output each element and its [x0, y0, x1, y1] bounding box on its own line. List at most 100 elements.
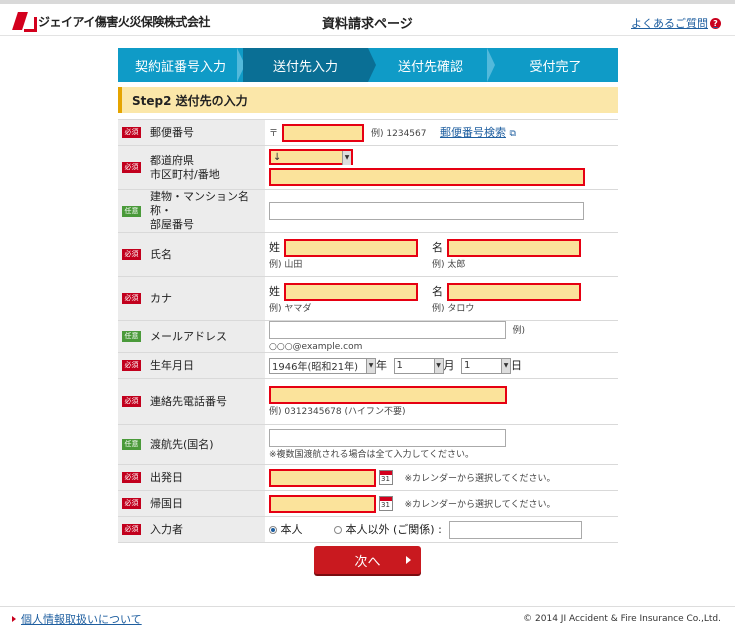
required-badge: 必須	[122, 127, 141, 138]
birth-month-select[interactable]: 1 ▼	[393, 357, 444, 374]
birth-year-select[interactable]: 1946年(昭和21年) ▼	[269, 357, 376, 374]
row-address: 必須 都道府県 市区町村/番地 ↓ ▼	[118, 145, 618, 190]
row-building: 任意 建物・マンション名称・ 部屋番号	[118, 189, 618, 233]
faq-label: よくあるご質問	[631, 17, 708, 30]
departure-note: ※カレンダーから選択してください。	[404, 473, 556, 484]
day-unit: 日	[511, 358, 522, 372]
departure-label: 出発日	[150, 470, 183, 484]
postal-search-link[interactable]: 郵便番号検索	[440, 126, 506, 139]
first-name-kana-example: 例) タロウ	[432, 304, 475, 314]
required-badge: 必須	[122, 396, 141, 407]
row-name: 必須 氏名 姓 例) 山田 名 例) 太郎	[118, 232, 618, 277]
arrow-right-icon	[12, 616, 16, 622]
calendar-icon[interactable]: 31	[379, 470, 393, 485]
last-name-kana-input[interactable]	[283, 283, 418, 301]
month-unit: 月	[443, 358, 455, 372]
mei-label: 名	[432, 241, 443, 254]
return-label: 帰国日	[150, 496, 183, 510]
footer: 個人情報取扱いについて © 2014 JI Accident & Fire In…	[0, 606, 735, 631]
required-badge: 必須	[122, 249, 141, 260]
required-badge: 必須	[122, 472, 141, 483]
destination-input[interactable]	[269, 429, 506, 447]
phone-label: 連絡先電話番号	[150, 394, 227, 408]
chevron-down-icon: ▼	[501, 358, 510, 373]
privacy-link[interactable]: 個人情報取扱いについて	[12, 611, 142, 627]
year-unit: 年	[376, 358, 387, 372]
building-input[interactable]	[269, 202, 584, 220]
required-badge: 必須	[122, 498, 141, 509]
row-email: 任意 メールアドレス 例) ○○○@example.com	[118, 320, 618, 353]
address-form: 必須 郵便番号 〒 例) 1234567 郵便番号検索 ⧉ 必須 都道府県 市区町村/…	[118, 119, 618, 543]
postal-prefix: 〒	[269, 128, 279, 139]
relationship-input[interactable]	[449, 520, 583, 539]
copyright: © 2014 JI Accident & Fire Insurance Co.,…	[523, 614, 721, 624]
phone-example: 例) 0312345678 (ハイフン不要)	[269, 407, 406, 417]
birth-year-value: 1946年(昭和21年)	[272, 362, 358, 373]
prefecture-label: 都道府県	[150, 153, 194, 167]
step-1-label: 契約証番号入力	[134, 59, 226, 75]
phone-input[interactable]	[269, 386, 507, 404]
row-kana: 必須 カナ 姓 例) ヤマダ 名 例) タロウ	[118, 276, 618, 321]
external-link-icon: ⧉	[509, 128, 516, 139]
privacy-link-label: 個人情報取扱いについて	[21, 613, 142, 626]
step-2-current: 送付先入力	[243, 48, 376, 82]
first-name-kana-input[interactable]	[446, 283, 581, 301]
destination-label: 渡航先(国名)	[150, 437, 214, 451]
required-badge: 必須	[122, 360, 141, 371]
logo-mark-icon	[12, 10, 38, 32]
row-birth: 必須 生年月日 1946年(昭和21年) ▼ 年 1 ▼ 月 1 ▼ 日	[118, 352, 618, 379]
required-badge: 必須	[122, 524, 141, 535]
birth-day-select[interactable]: 1 ▼	[461, 357, 511, 374]
kana-mei-label: 名	[432, 285, 443, 298]
optional-badge: 任意	[122, 331, 141, 342]
step-4: 受付完了	[493, 48, 618, 82]
next-button-label: 次へ	[354, 554, 381, 570]
calendar-icon-text: 31	[381, 475, 390, 483]
step-1: 契約証番号入力	[118, 48, 245, 82]
prefecture-value: ↓	[273, 151, 282, 163]
faq-link[interactable]: よくあるご質問 ?	[631, 15, 721, 31]
row-departure: 必須 出発日 31 ※カレンダーから選択してください。	[118, 464, 618, 491]
step-3-label: 送付先確認	[397, 59, 463, 75]
last-name-kana-example: 例) ヤマダ	[269, 304, 312, 314]
last-name-example: 例) 山田	[269, 260, 303, 270]
kana-label: カナ	[150, 291, 172, 305]
return-date-input[interactable]	[269, 494, 376, 513]
arrow-right-icon	[406, 556, 411, 564]
company-logo[interactable]: ジェイアイ傷害火災保険株式会社	[12, 10, 210, 32]
first-name-input[interactable]	[446, 239, 581, 257]
row-destination: 任意 渡航先(国名) ※複数国渡航される場合は全て入力してください。	[118, 424, 618, 465]
chevron-down-icon: ▼	[366, 358, 375, 373]
postal-code-input[interactable]	[281, 123, 364, 142]
radio-self[interactable]	[269, 525, 277, 534]
city-address-input[interactable]	[269, 168, 585, 186]
destination-note: ※複数国渡航される場合は全て入力してください。	[269, 450, 475, 460]
building-label-line1: 建物・マンション名称・	[150, 190, 249, 217]
inputter-label: 入力者	[150, 522, 183, 536]
calendar-icon[interactable]: 31	[379, 496, 393, 511]
email-input[interactable]	[269, 321, 506, 339]
chevron-down-icon: ▼	[433, 358, 443, 373]
building-label-line2: 部屋番号	[150, 218, 194, 231]
birth-month-value: 1	[396, 360, 403, 371]
radio-other[interactable]	[334, 525, 342, 534]
birth-label: 生年月日	[150, 358, 194, 372]
name-label: 氏名	[150, 247, 172, 261]
page-title: 資料請求ページ	[322, 17, 413, 32]
row-phone: 必須 連絡先電話番号 例) 0312345678 (ハイフン不要)	[118, 378, 618, 425]
kana-sei-label: 姓	[269, 285, 280, 298]
last-name-input[interactable]	[283, 239, 418, 257]
required-badge: 必須	[122, 293, 141, 304]
birth-day-value: 1	[464, 360, 471, 371]
first-name-example: 例) 太郎	[432, 260, 466, 270]
header: ジェイアイ傷害火災保険株式会社 資料請求ページ よくあるご質問 ?	[0, 4, 735, 36]
main-content: 契約証番号入力 送付先入力 送付先確認 受付完了 Step2 送付先の入力 必須…	[118, 48, 618, 543]
postal-example: 例) 1234567	[371, 128, 427, 139]
radio-self-label: 本人	[280, 522, 303, 536]
calendar-icon-text: 31	[381, 501, 390, 509]
company-name: ジェイアイ傷害火災保険株式会社	[38, 14, 210, 29]
departure-date-input[interactable]	[269, 468, 376, 487]
row-return: 必須 帰国日 31 ※カレンダーから選択してください。	[118, 490, 618, 517]
prefecture-select[interactable]: ↓ ▼	[269, 149, 353, 165]
next-button[interactable]: 次へ	[314, 546, 421, 574]
